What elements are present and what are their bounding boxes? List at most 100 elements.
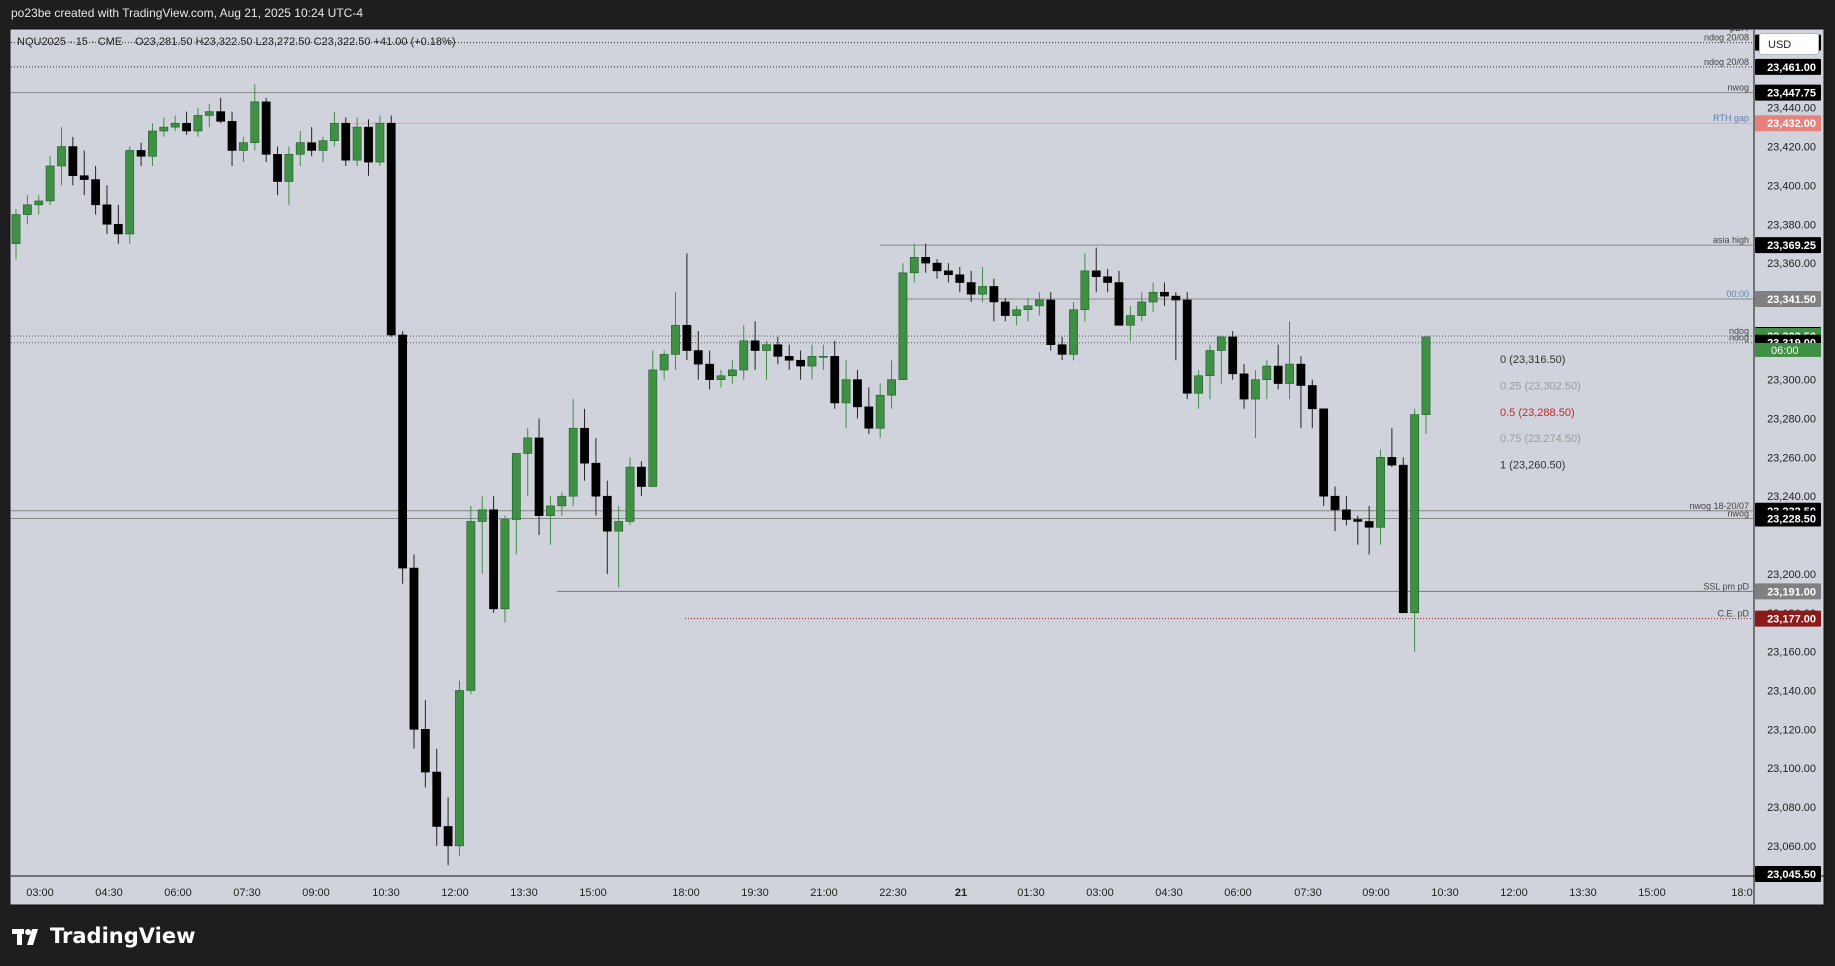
x-tick-label: 06:00 — [164, 887, 192, 899]
candle-body — [864, 406, 874, 429]
level-label: C.E. pD — [1717, 609, 1749, 619]
candle-body — [91, 179, 100, 206]
candle-body — [944, 270, 953, 276]
candle-body — [329, 122, 339, 142]
candle-body — [978, 286, 987, 295]
candle-body — [1228, 336, 1238, 375]
price-tag-label: 23,177.00 — [1767, 614, 1816, 626]
tradingview-logo[interactable]: TradingView — [12, 924, 195, 948]
candle-body — [45, 165, 55, 202]
candle-body — [386, 122, 396, 336]
candle-body — [1307, 385, 1317, 410]
price-tag-label: 23,045.50 — [1767, 869, 1816, 881]
chart-area[interactable]: ndog 20/08 ndog 20/08 nwog RTH gap asia high… — [0, 0, 1835, 966]
candle-body — [1205, 350, 1215, 377]
candle-body — [1182, 299, 1192, 394]
level-label: nwog — [1727, 509, 1749, 519]
tradingview-brand-text: TradingView — [50, 924, 196, 948]
candle-body — [1296, 363, 1306, 386]
candle-body — [716, 375, 726, 380]
x-tick-label: 09:00 — [302, 887, 330, 899]
x-tick-label: 07:30 — [1294, 887, 1322, 899]
candle-body — [887, 379, 896, 396]
x-tick-label: 19:30 — [741, 887, 769, 899]
candle-body — [875, 394, 885, 429]
candle-body — [1387, 457, 1397, 466]
candle-body — [511, 453, 521, 520]
candle-body — [375, 122, 385, 163]
candle-body — [1069, 309, 1078, 355]
candle-body — [773, 344, 783, 357]
candle-body — [705, 363, 715, 380]
x-tick-label: 03:00 — [26, 887, 54, 899]
candle-body — [796, 359, 805, 367]
x-tick-label: 12:00 — [1500, 887, 1528, 899]
candle-body — [534, 437, 544, 516]
candle-body — [1023, 305, 1033, 311]
y-tick-label: 23,080.00 — [1767, 802, 1816, 814]
candle-body — [239, 142, 248, 151]
currency-selector[interactable]: USD — [1759, 33, 1819, 55]
candle-body — [841, 379, 851, 404]
candle-body — [1330, 495, 1340, 511]
candle-body — [1364, 521, 1374, 528]
candle-body — [580, 427, 589, 464]
candle-body — [489, 509, 498, 610]
y-tick-label: 23,400.00 — [1767, 180, 1816, 192]
candle-body — [1057, 344, 1067, 355]
candle-body — [1160, 291, 1169, 297]
price-tag-label: 23,447.75 — [1767, 88, 1816, 100]
candle-body — [818, 356, 828, 358]
candle-body — [1103, 276, 1113, 283]
candle-body — [523, 437, 533, 454]
candle-body — [284, 154, 294, 182]
price-tag-label: 23,191.00 — [1767, 586, 1816, 598]
x-tick-label: 04:30 — [95, 887, 123, 899]
x-tick-label: 21 — [955, 887, 967, 899]
candle-body — [898, 272, 908, 380]
candle-body — [693, 350, 703, 365]
candle-body — [148, 130, 157, 157]
candle-body — [648, 369, 658, 487]
x-tick-label: 13:30 — [510, 887, 538, 899]
candle-body — [1216, 336, 1226, 351]
candle-body — [1239, 373, 1249, 400]
candle-body — [1046, 299, 1056, 345]
candle-body — [591, 462, 601, 497]
candle-body — [1319, 408, 1329, 497]
candle-body — [1398, 464, 1408, 614]
level-label: ndog 20/08 — [1704, 33, 1749, 43]
x-tick-label: 18:0 — [1731, 887, 1752, 899]
candle-body — [1171, 295, 1181, 301]
candle-body — [1125, 315, 1135, 326]
level-label: asia high — [1713, 235, 1749, 245]
candle-body — [955, 274, 965, 283]
level-label: ndog 20/08 — [1704, 57, 1749, 67]
candle-body — [227, 120, 237, 151]
candle-body — [637, 466, 646, 487]
candle-body — [307, 142, 317, 151]
pdh-marker: pDH — [1730, 23, 1748, 33]
y-tick-label: 23,240.00 — [1767, 491, 1816, 503]
x-tick-label: 06:00 — [1224, 887, 1252, 899]
candle-body — [932, 262, 942, 272]
candle-body — [1091, 270, 1101, 278]
candle-body — [136, 150, 146, 157]
candle-body — [1251, 379, 1260, 400]
candle-body — [853, 379, 862, 408]
candle-body — [341, 122, 351, 161]
x-tick-label: 04:30 — [1155, 887, 1183, 899]
candle-body — [455, 690, 464, 847]
candle-body — [1262, 365, 1272, 380]
x-tick-label: 09:00 — [1362, 887, 1390, 899]
level-label: SSL pm pD — [1703, 581, 1749, 591]
level-label: ndog — [1729, 333, 1749, 343]
level-label: RTH gap — [1713, 113, 1749, 123]
candle-body — [807, 356, 817, 367]
candle-body — [1421, 336, 1431, 415]
candle-body — [79, 175, 89, 180]
y-tick-label: 23,140.00 — [1767, 685, 1816, 697]
price-tag-label: 23,228.50 — [1767, 514, 1816, 526]
y-tick-label: 23,160.00 — [1767, 647, 1816, 659]
price-tag-timer: 06:00 — [1771, 345, 1799, 357]
